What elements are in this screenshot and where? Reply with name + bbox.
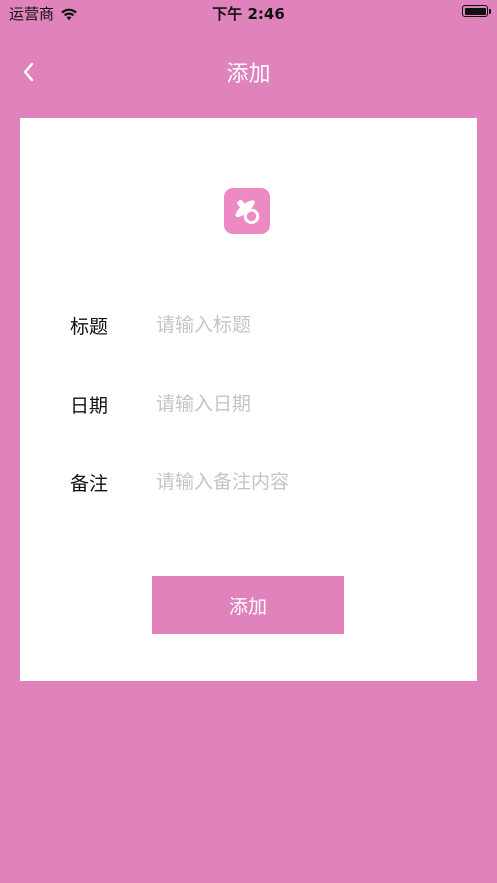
- title-input[interactable]: [156, 305, 430, 345]
- battery-icon: [462, 5, 491, 17]
- app-icon: [224, 188, 270, 234]
- status-bar: 运营商 下午 2:46: [0, 0, 497, 26]
- nav-bar: 添加: [0, 44, 497, 100]
- pacifier-icon: [235, 199, 260, 225]
- form-card: 标题 日期 备注 添加: [20, 118, 477, 681]
- date-label: 日期: [70, 394, 109, 417]
- status-time: 下午 2:46: [212, 5, 285, 23]
- add-button[interactable]: 添加: [152, 576, 344, 634]
- note-input[interactable]: [156, 462, 430, 502]
- title-row: 标题: [70, 305, 430, 345]
- note-label: 备注: [70, 472, 109, 495]
- note-row: 备注: [70, 462, 430, 502]
- title-label: 标题: [70, 315, 109, 338]
- date-row: 日期: [70, 384, 430, 424]
- page-title: 添加: [226, 62, 271, 87]
- date-input[interactable]: [156, 384, 430, 424]
